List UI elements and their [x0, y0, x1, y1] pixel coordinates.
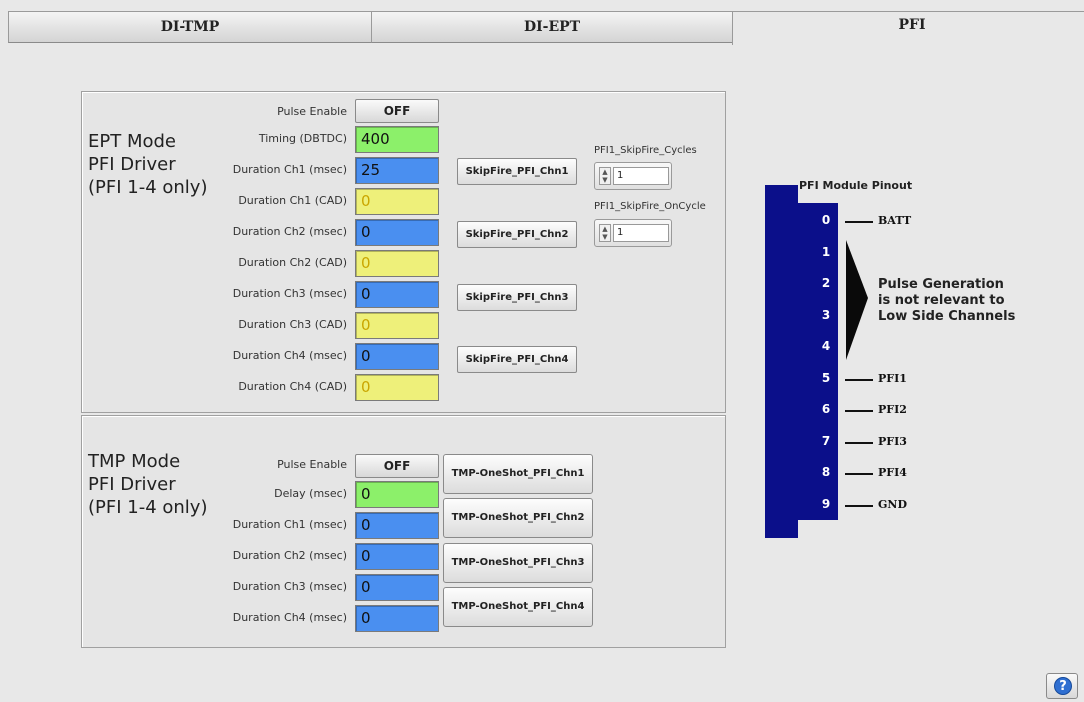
pin-number: 0: [821, 213, 831, 227]
pin-number: 7: [821, 433, 831, 448]
skipfire-chn3-button[interactable]: SkipFire_PFI_Chn3: [457, 284, 577, 311]
pin-lead-line: [845, 473, 873, 475]
help-button[interactable]: ?: [1046, 673, 1078, 699]
skipfire-chn1-button[interactable]: SkipFire_PFI_Chn1: [457, 158, 577, 185]
ept-field-label: Duration Ch2 (CAD): [238, 256, 347, 269]
ept-pulse-enable-button[interactable]: OFF: [355, 99, 439, 123]
pin-label: PFI2: [878, 403, 907, 416]
tmp-field-label: Duration Ch2 (msec): [232, 549, 347, 562]
ept-field-input[interactable]: 0: [355, 374, 439, 401]
skip-cycles-control[interactable]: ▲ ▼ 1: [594, 162, 672, 190]
pin-number: 4: [821, 339, 831, 353]
tab-di-tmp[interactable]: DI-TMP: [8, 11, 372, 43]
tmp-oneshot-chn2-button[interactable]: TMP-OneShot_PFI_Chn2: [443, 498, 593, 538]
tmp-field-input[interactable]: 0: [355, 605, 439, 632]
tmp-field-label: Duration Ch3 (msec): [232, 580, 347, 593]
ept-field-input[interactable]: 0: [355, 188, 439, 215]
pin-label: PFI4: [878, 466, 907, 479]
tmp-title: TMP Mode PFI Driver (PFI 1-4 only): [88, 451, 208, 518]
tmp-field-label: Delay (msec): [274, 487, 347, 500]
ept-field-label: Duration Ch3 (msec): [232, 287, 347, 300]
pin-lead-line: [845, 221, 873, 223]
ept-pulse-enable-label: Pulse Enable: [277, 105, 347, 118]
tmp-oneshot-chn4-button[interactable]: TMP-OneShot_PFI_Chn4: [443, 587, 593, 627]
tab-bar: DI-TMP DI-EPT PFI: [8, 11, 1084, 45]
pin-lead-line: [845, 441, 873, 444]
pin-number: 5: [821, 370, 831, 385]
ept-field-input[interactable]: 0: [355, 281, 439, 308]
ept-field-label: Duration Ch3 (CAD): [238, 318, 347, 331]
tmp-oneshot-chn3-button[interactable]: TMP-OneShot_PFI_Chn3: [443, 543, 593, 583]
skipfire-chn2-button[interactable]: SkipFire_PFI_Chn2: [457, 221, 577, 248]
pin-number: 2: [821, 276, 831, 290]
skip-oncycle-label: PFI1_SkipFire_OnCycle: [594, 201, 706, 212]
pin-lead-line: [845, 504, 873, 507]
tmp-field-label: Duration Ch1 (msec): [232, 518, 347, 531]
pin-lead-line: [845, 410, 873, 412]
skip-cycles-input[interactable]: 1: [613, 167, 669, 185]
tmp-field-input[interactable]: 0: [355, 574, 439, 601]
ept-field-input[interactable]: 400: [355, 126, 439, 153]
tmp-pulse-enable-label: Pulse Enable: [277, 458, 347, 471]
skip-cycles-spinner[interactable]: ▲ ▼: [599, 167, 611, 185]
ept-field-input[interactable]: 0: [355, 250, 439, 277]
ept-field-label: Duration Ch1 (msec): [232, 163, 347, 176]
ept-field-label: Duration Ch1 (CAD): [238, 194, 347, 207]
pinout-connector: [765, 185, 868, 538]
tab-di-ept[interactable]: DI-EPT: [371, 11, 733, 43]
pin-number: 6: [821, 402, 831, 416]
tmp-field-input[interactable]: 0: [355, 543, 439, 570]
pulse-generation-note: Pulse Generation is not relevant to Low …: [878, 277, 1016, 324]
skip-oncycle-control[interactable]: ▲ ▼ 1: [594, 219, 672, 247]
pulse-note-bracket: [846, 240, 868, 360]
ept-title: EPT Mode PFI Driver (PFI 1-4 only): [88, 131, 208, 198]
ept-field-label: Duration Ch4 (CAD): [238, 380, 347, 393]
pin-label: PFI3: [878, 434, 907, 448]
skip-cycles-label: PFI1_SkipFire_Cycles: [594, 145, 697, 156]
ept-field-label: Timing (DBTDC): [258, 132, 347, 145]
ept-field-label: Duration Ch2 (msec): [232, 225, 347, 238]
ept-field-label: Duration Ch4 (msec): [232, 349, 347, 362]
tmp-pulse-enable-button[interactable]: OFF: [355, 454, 439, 478]
pin-number: 1: [821, 244, 831, 259]
tab-pfi[interactable]: PFI: [732, 11, 1084, 45]
pin-number: 8: [821, 465, 831, 479]
pin-number: 9: [821, 496, 831, 511]
help-icon: ?: [1054, 677, 1072, 695]
pin-label: GND: [878, 497, 907, 511]
tmp-oneshot-chn1-button[interactable]: TMP-OneShot_PFI_Chn1: [443, 454, 593, 494]
skipfire-chn4-button[interactable]: SkipFire_PFI_Chn4: [457, 346, 577, 373]
pin-label: PFI1: [878, 371, 907, 385]
ept-field-input[interactable]: 0: [355, 312, 439, 339]
tmp-field-input[interactable]: 0: [355, 481, 439, 508]
ept-field-input[interactable]: 25: [355, 157, 439, 184]
ept-field-input[interactable]: 0: [355, 219, 439, 246]
pin-number: 3: [821, 307, 831, 322]
pin-label: BATT: [878, 214, 912, 227]
tmp-field-label: Duration Ch4 (msec): [232, 611, 347, 624]
skip-oncycle-spinner[interactable]: ▲ ▼: [599, 224, 611, 242]
ept-field-input[interactable]: 0: [355, 343, 439, 370]
skip-oncycle-input[interactable]: 1: [613, 224, 669, 242]
tmp-field-input[interactable]: 0: [355, 512, 439, 539]
pin-lead-line: [845, 378, 873, 381]
